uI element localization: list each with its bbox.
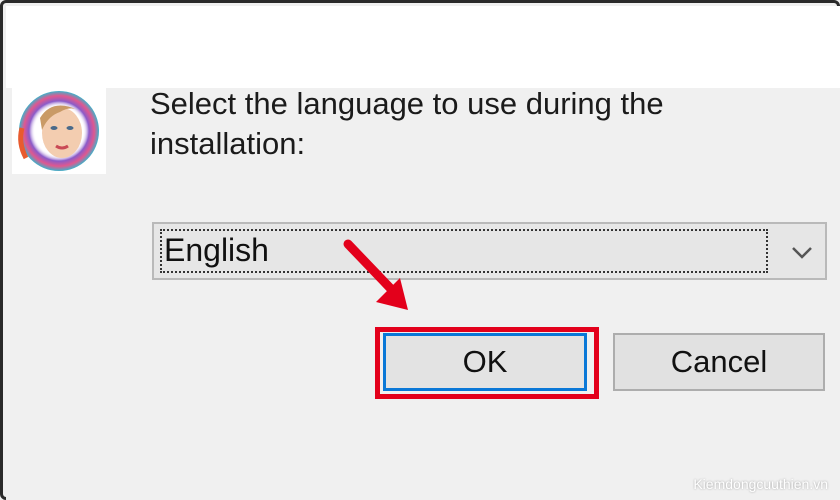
prompt-label: Select the language to use during the in… [150,84,710,164]
language-dropdown[interactable]: English [152,222,827,280]
red-arrow-icon [330,232,420,322]
prompt-line-1: Select the language to use during the [150,86,664,121]
cancel-button[interactable]: Cancel [613,333,825,391]
app-logo-icon [12,88,106,174]
prompt-line-2: installation: [150,126,306,161]
watermark-text: Kiemdongcuuthien.vn [693,476,828,492]
selected-language: English [164,232,269,268]
chevron-down-icon[interactable] [787,238,817,266]
ok-button[interactable]: OK [383,333,587,391]
